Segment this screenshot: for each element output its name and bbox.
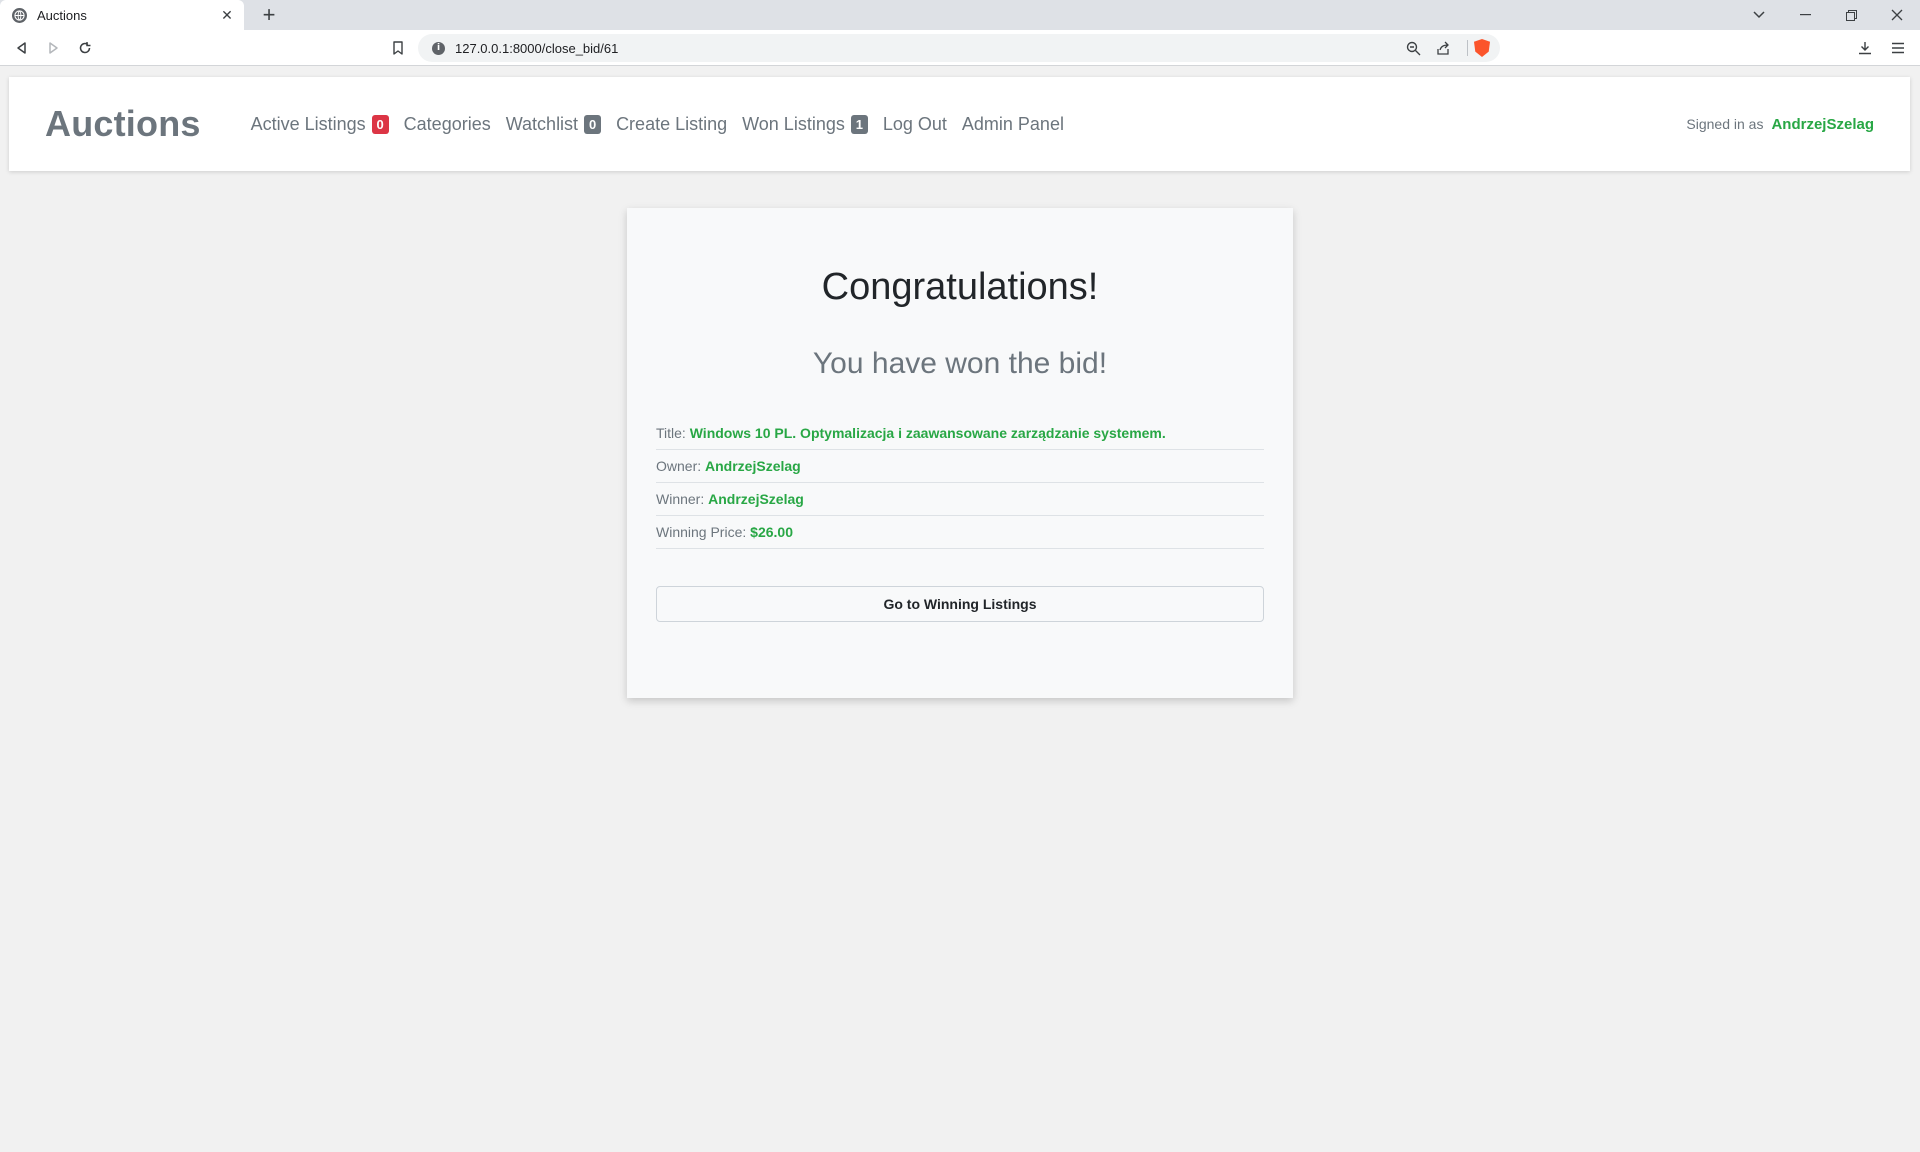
detail-row-price: Winning Price: $26.00	[656, 516, 1264, 549]
nav-won-listings[interactable]: Won Listings 1	[742, 114, 868, 135]
minimize-icon[interactable]	[1782, 0, 1828, 30]
nav-active-listings[interactable]: Active Listings 0	[251, 114, 389, 135]
detail-price-value: $26.00	[750, 524, 793, 540]
active-listings-count-badge: 0	[371, 114, 389, 134]
watchlist-count-badge: 0	[584, 114, 602, 134]
browser-tab-auctions[interactable]: Auctions ✕	[0, 0, 244, 30]
detail-owner-label: Owner:	[656, 458, 702, 474]
browser-tabstrip: Auctions ✕ +	[0, 0, 1920, 30]
won-listings-count-badge: 1	[850, 114, 868, 134]
window-close-icon[interactable]	[1874, 0, 1920, 30]
share-icon[interactable]	[1431, 36, 1455, 60]
site-navbar: Auctions Active Listings 0 Categories Wa…	[9, 77, 1910, 171]
nav-watchlist[interactable]: Watchlist 0	[505, 113, 602, 135]
brave-shield-icon[interactable]	[1474, 39, 1490, 57]
detail-price-label: Winning Price:	[656, 524, 747, 540]
signed-in-username: AndrzejSzelag	[1771, 115, 1874, 133]
nav-admin-panel[interactable]: Admin Panel	[962, 114, 1064, 135]
nav-watchlist-label: Watchlist	[505, 113, 579, 134]
card-title: Congratulations!	[821, 266, 1099, 308]
browser-toolbar: i 127.0.0.1:8000/close_bid/61	[0, 30, 1920, 66]
go-to-winning-listings-button[interactable]: Go to Winning Listings	[656, 586, 1264, 622]
url-text[interactable]: 127.0.0.1:8000/close_bid/61	[455, 41, 1401, 56]
menu-icon[interactable]	[1886, 36, 1910, 60]
nav-won-listings-label: Won Listings	[742, 113, 845, 134]
detail-owner-value: AndrzejSzelag	[705, 458, 801, 474]
site-info-icon[interactable]: i	[432, 41, 445, 55]
signed-in-label: Signed in as	[1686, 116, 1764, 132]
back-icon[interactable]	[10, 36, 34, 60]
nav-active-listings-label: Active Listings	[250, 113, 366, 134]
listing-details: Title: Windows 10 PL. Optymalizacja i za…	[656, 417, 1264, 549]
omnibox-divider	[1467, 40, 1468, 56]
reload-icon[interactable]	[73, 36, 97, 60]
detail-title-value: Windows 10 PL. Optymalizacja i zaawansow…	[689, 425, 1166, 441]
detail-title-label: Title:	[656, 425, 686, 441]
bookmark-icon[interactable]	[386, 36, 410, 60]
restore-icon[interactable]	[1828, 0, 1874, 30]
download-icon[interactable]	[1853, 36, 1877, 60]
new-tab-button[interactable]: +	[256, 3, 282, 27]
detail-winner-value: AndrzejSzelag	[708, 491, 804, 507]
forward-icon[interactable]	[41, 36, 65, 60]
tab-title: Auctions	[37, 7, 87, 23]
detail-row-winner: Winner: AndrzejSzelag	[656, 483, 1264, 516]
detail-row-owner: Owner: AndrzejSzelag	[656, 450, 1264, 483]
globe-icon	[12, 7, 27, 23]
detail-row-title: Title: Windows 10 PL. Optymalizacja i za…	[656, 417, 1264, 450]
detail-winner-label: Winner:	[656, 491, 705, 507]
tab-search-chevron-icon[interactable]	[1736, 0, 1782, 30]
signed-in-status: Signed in as AndrzejSzelag	[1686, 77, 1874, 171]
brand-logo-text[interactable]: Auctions	[45, 103, 201, 145]
address-bar[interactable]: i 127.0.0.1:8000/close_bid/61	[418, 34, 1500, 62]
card-subtitle: You have won the bid!	[812, 347, 1108, 380]
nav-log-out[interactable]: Log Out	[883, 114, 947, 135]
nav-categories[interactable]: Categories	[404, 114, 491, 135]
zoom-icon[interactable]	[1401, 36, 1425, 60]
bid-result-card: Congratulations! You have won the bid! T…	[627, 208, 1293, 698]
tab-close-icon[interactable]: ✕	[218, 6, 236, 24]
nav-create-listing[interactable]: Create Listing	[616, 114, 727, 135]
